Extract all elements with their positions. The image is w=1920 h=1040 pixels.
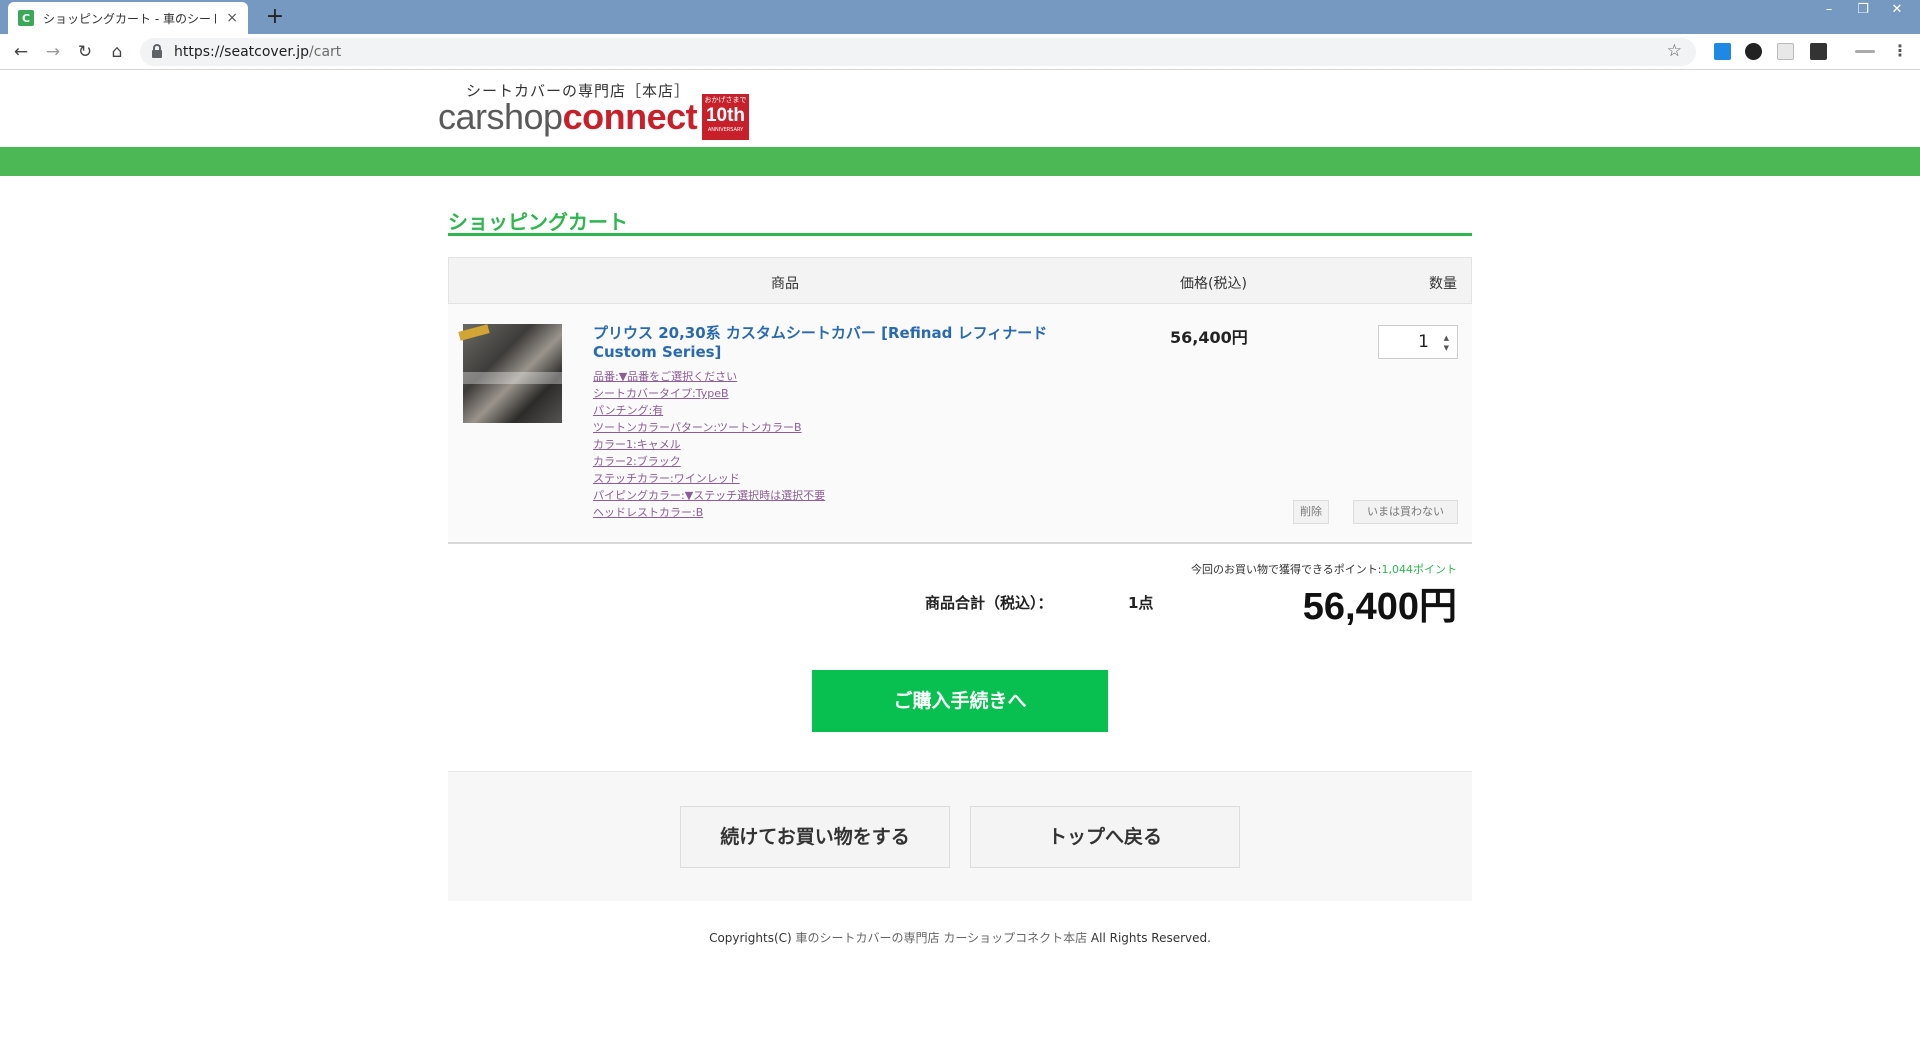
browser-tab-active[interactable]: C ショッピングカート - 車のシートカバー( × xyxy=(8,2,248,34)
product-image-ribbon xyxy=(458,324,490,341)
footer-prefix: Copyrights(C) xyxy=(709,931,796,945)
option-color-2[interactable]: カラー2:ブラック xyxy=(593,453,993,470)
tab-title: ショッピングカート - 車のシートカバー( xyxy=(43,11,216,26)
cart-summary: 今回のお買い物で獲得できるポイント:1,044ポイント 商品合計（税込）： 1点… xyxy=(448,555,1472,628)
close-window-button[interactable]: ✕ xyxy=(1880,0,1914,22)
column-price: 価格(税込) xyxy=(1180,276,1247,292)
anniversary-number: 10th xyxy=(705,105,746,126)
product-name-link[interactable]: プリウス 20,30系 カスタムシートカバー [Refinad レフィナード C… xyxy=(593,324,1108,362)
total-label: 商品合計（税込）： xyxy=(925,594,1053,612)
back-arrow-icon[interactable]: ← xyxy=(9,40,33,64)
footer-shop-link[interactable]: 車のシートカバーの専門店 カーショップコネクト本店 xyxy=(796,931,1088,945)
header-green-bar xyxy=(0,147,1920,176)
footer-copyright: Copyrights(C) 車のシートカバーの専門店 カーショップコネクト本店 … xyxy=(0,929,1920,946)
lock-icon xyxy=(152,43,162,58)
checkout-button[interactable]: ご購入手続きへ xyxy=(812,670,1108,732)
option-headrest-color[interactable]: ヘッドレストカラー:B xyxy=(593,504,993,521)
option-cover-type[interactable]: シートカバータイプ:TypeB xyxy=(593,385,993,402)
option-punching[interactable]: パンチング:有 xyxy=(593,402,993,419)
product-image-band xyxy=(463,372,562,384)
option-twotone-pattern[interactable]: ツートンカラーパターン:ツートンカラーB xyxy=(593,419,993,436)
option-stitch-color[interactable]: ステッチカラー:ワインレッド xyxy=(593,470,993,487)
option-part-number[interactable]: 品番:▼品番をご選択ください xyxy=(593,368,993,385)
address-bar[interactable]: https://seatcover.jp/cart ☆ xyxy=(140,38,1696,66)
restore-button[interactable]: ❐ xyxy=(1846,0,1880,22)
anniversary-badge: おかげさまで 10th ANNIVERSARY xyxy=(702,94,749,140)
url-host: https://seatcover.jp xyxy=(174,44,310,60)
reload-icon[interactable]: ↻ xyxy=(73,40,97,64)
profile-extension-icon[interactable] xyxy=(1855,50,1875,53)
option-color-1[interactable]: カラー1:キャメル xyxy=(593,436,993,453)
url-path: /cart xyxy=(309,44,342,60)
url-text: https://seatcover.jp/cart xyxy=(174,44,341,60)
back-to-top-button[interactable]: トップへ戻る xyxy=(970,806,1240,868)
save-for-later-button[interactable]: いまは買わない xyxy=(1353,500,1458,524)
minimize-button[interactable]: – xyxy=(1812,0,1846,22)
logo-word-part2: connect xyxy=(562,96,698,137)
continue-shopping-button[interactable]: 続けてお買い物をする xyxy=(680,806,950,868)
new-tab-button[interactable]: + xyxy=(262,4,288,30)
site-header: シートカバーの専門店［本店］ carshopconnect おかげさまで 10t… xyxy=(0,71,1920,147)
forward-arrow-icon[interactable]: → xyxy=(41,40,65,64)
site-logo[interactable]: シートカバーの専門店［本店］ carshopconnect おかげさまで 10t… xyxy=(438,80,758,142)
product-image[interactable] xyxy=(458,324,562,423)
browser-toolbar: ← → ↻ ⌂ https://seatcover.jp/cart ☆ ⋮ xyxy=(0,34,1920,70)
footer-suffix: All Rights Reserved. xyxy=(1087,931,1211,945)
bookmark-star-icon[interactable]: ☆ xyxy=(1667,41,1682,61)
total-count: 1点 xyxy=(1128,594,1154,612)
item-price: 56,400円 xyxy=(1170,328,1248,347)
delete-button[interactable]: 削除 xyxy=(1293,500,1329,524)
color-extension-icon[interactable] xyxy=(1745,43,1762,60)
cart-table: 商品 価格(税込) 数量 プリウス 20,30系 カスタムシートカバー [Ref… xyxy=(448,257,1472,544)
total-amount: 56,400円 xyxy=(1302,586,1457,628)
product-options: 品番:▼品番をご選択ください シートカバータイプ:TypeB パンチング:有 ツ… xyxy=(593,368,993,521)
browser-tabstrip: C ショッピングカート - 車のシートカバー( × + – ❐ ✕ xyxy=(0,0,1920,34)
page-title: ショッピングカート xyxy=(448,206,1472,236)
logo-word-part1: carshop xyxy=(438,96,563,137)
home-icon[interactable]: ⌂ xyxy=(105,40,129,64)
column-quantity: 数量 xyxy=(1429,276,1457,292)
download-extension-icon[interactable] xyxy=(1714,43,1731,60)
column-product: 商品 xyxy=(771,276,799,292)
cart-table-header: 商品 価格(税込) 数量 xyxy=(448,257,1472,304)
logo-wordmark: carshopconnect xyxy=(438,96,698,137)
quantity-down-icon[interactable]: ▼ xyxy=(1444,344,1449,352)
page-extension-icon[interactable] xyxy=(1777,43,1794,60)
browser-menu-icon[interactable]: ⋮ xyxy=(1892,41,1908,60)
quantity-up-icon[interactable]: ▲ xyxy=(1444,334,1449,342)
tab-close-icon[interactable]: × xyxy=(226,10,238,26)
cart-item-row: プリウス 20,30系 カスタムシートカバー [Refinad レフィナード C… xyxy=(448,304,1472,544)
quantity-value: 1 xyxy=(1418,332,1429,352)
site-favicon-icon: C xyxy=(18,10,34,26)
option-piping-color[interactable]: パイピングカラー:▼ステッチ選択時は選択不要 xyxy=(593,487,993,504)
anniversary-bottom: ANNIVERSARY xyxy=(707,127,744,133)
m-extension-icon[interactable] xyxy=(1810,43,1827,60)
bottom-nav-panel: 続けてお買い物をする トップへ戻る xyxy=(448,771,1472,901)
quantity-stepper[interactable]: 1 ▲ ▼ xyxy=(1378,325,1458,359)
anniversary-top: おかげさまで xyxy=(704,96,747,104)
